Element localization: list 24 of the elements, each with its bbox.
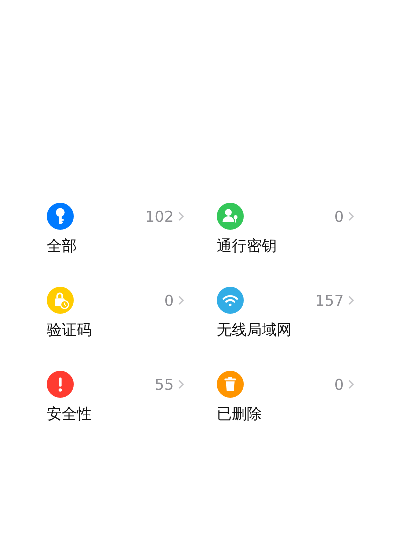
category-label: 无线局域网 xyxy=(217,321,293,340)
chevron-icon xyxy=(178,295,185,306)
category-label: 全部 xyxy=(47,237,78,256)
item-count: 0 xyxy=(164,292,174,310)
chevron-icon xyxy=(348,379,355,390)
category-label: 验证码 xyxy=(47,321,93,340)
chevron-icon xyxy=(348,295,355,306)
category-tile[interactable]: 0 通行密钥 xyxy=(217,203,355,263)
item-count: 102 xyxy=(145,208,174,226)
item-count: 0 xyxy=(334,208,344,226)
category-tile[interactable]: 102 全部 xyxy=(47,203,185,263)
category-label: 通行密钥 xyxy=(217,237,278,256)
item-count: 55 xyxy=(154,376,174,394)
category-label: 已删除 xyxy=(217,405,263,424)
category-tile[interactable]: 55 安全性 xyxy=(47,371,185,431)
category-tile[interactable]: 0 已删除 xyxy=(217,371,355,431)
category-tile[interactable]: 157 无线局域网 xyxy=(217,287,355,347)
chevron-icon xyxy=(178,379,185,390)
item-count: 157 xyxy=(315,292,344,310)
category-label: 安全性 xyxy=(47,405,93,424)
chevron-icon xyxy=(178,211,185,222)
item-count: 0 xyxy=(334,376,344,394)
chevron-icon xyxy=(348,211,355,222)
category-tile[interactable]: 0 验证码 xyxy=(47,287,185,347)
